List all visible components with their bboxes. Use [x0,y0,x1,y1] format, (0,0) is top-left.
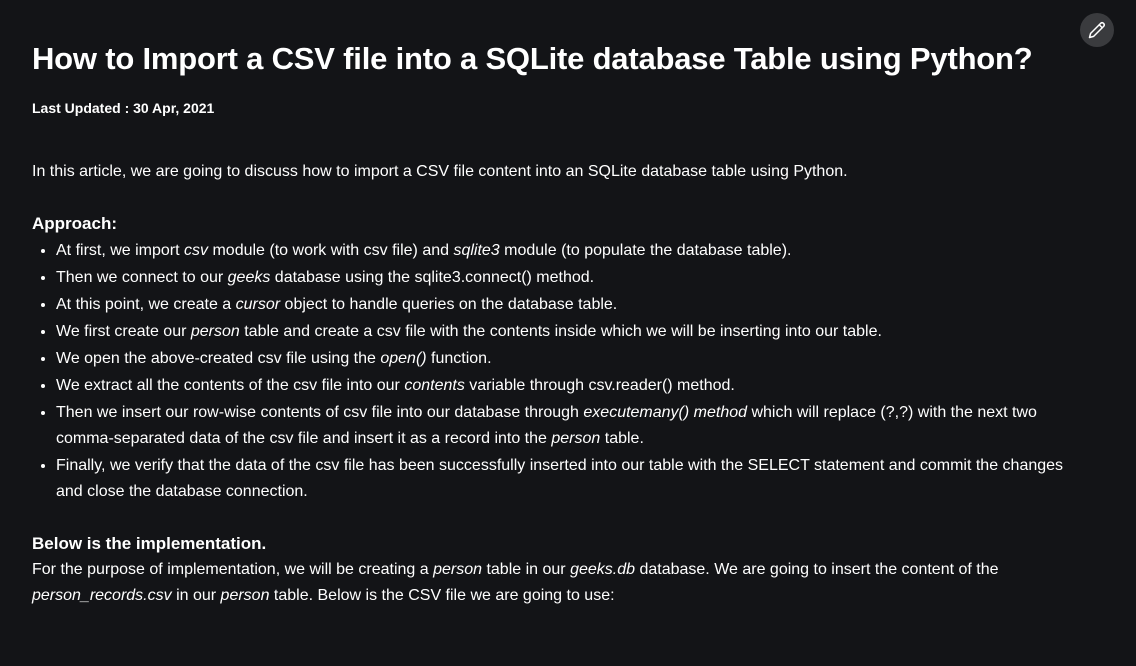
list-item: We open the above-created csv file using… [56,345,1072,372]
pencil-icon [1088,22,1105,39]
list-item: At this point, we create a cursor object… [56,291,1072,318]
list-item: Finally, we verify that the data of the … [56,452,1072,505]
intro-paragraph: In this article, we are going to discuss… [32,163,848,180]
article-body: In this article, we are going to discuss… [32,159,1072,609]
approach-steps-list: At first, we import csv module (to work … [32,237,1072,505]
approach-heading: Approach: [32,214,117,233]
article-page: How to Import a CSV file into a SQLite d… [0,0,1136,666]
page-title: How to Import a CSV file into a SQLite d… [32,41,1033,76]
list-item: We first create our person table and cre… [56,318,1072,345]
list-item: We extract all the contents of the csv f… [56,372,1072,399]
implementation-heading: Below is the implementation. [32,534,267,553]
edit-button[interactable] [1080,13,1114,47]
list-item: At first, we import csv module (to work … [56,237,1072,264]
list-item: Then we connect to our geeks database us… [56,264,1072,291]
last-updated: Last Updated : 30 Apr, 2021 [32,100,215,116]
implementation-paragraph: For the purpose of implementation, we wi… [32,561,999,604]
list-item: Then we insert our row-wise contents of … [56,399,1072,452]
